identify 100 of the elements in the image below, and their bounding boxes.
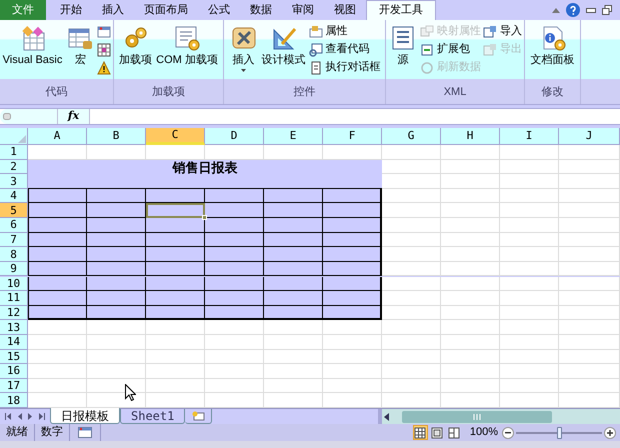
row-header[interactable]: 5: [0, 203, 28, 218]
grid-cell[interactable]: [500, 174, 559, 189]
table-cell[interactable]: [146, 306, 205, 320]
grid-cell[interactable]: [500, 145, 559, 160]
grid-cell[interactable]: [28, 393, 87, 408]
column-header[interactable]: H: [441, 128, 500, 145]
table-cell[interactable]: [205, 247, 264, 262]
grid-cell[interactable]: [87, 145, 146, 160]
grid-cell[interactable]: [441, 247, 500, 262]
grid-cell[interactable]: [264, 145, 323, 160]
grid-cell[interactable]: [441, 393, 500, 408]
table-cell[interactable]: [146, 203, 205, 218]
grid-cell[interactable]: [441, 276, 500, 292]
table-cell[interactable]: [264, 276, 323, 292]
grid-cell[interactable]: [205, 145, 264, 160]
row-header[interactable]: 15: [0, 350, 28, 364]
grid-cell[interactable]: [500, 188, 559, 204]
row-header[interactable]: 1: [0, 145, 28, 160]
table-cell[interactable]: [28, 306, 87, 320]
grid-cell[interactable]: [500, 350, 559, 364]
table-cell[interactable]: [87, 306, 146, 320]
grid-cell[interactable]: [28, 378, 87, 394]
insert-function-button[interactable]: fx: [58, 109, 90, 124]
grid-cell[interactable]: [87, 364, 146, 379]
view-button[interactable]: [412, 425, 428, 440]
table-cell[interactable]: [28, 276, 87, 292]
grid-cell[interactable]: [559, 160, 620, 174]
row-header[interactable]: 13: [0, 320, 28, 335]
column-header[interactable]: D: [205, 128, 264, 145]
table-cell[interactable]: [87, 262, 146, 276]
grid-cell[interactable]: [264, 393, 323, 408]
zoom-slider[interactable]: [516, 426, 602, 438]
ribbon-button[interactable]: 文档面板: [530, 20, 576, 80]
table-cell[interactable]: [205, 188, 264, 204]
ribbon-tab[interactable]: 页面布局: [134, 0, 198, 20]
ribbon-tab[interactable]: 视图: [324, 0, 366, 20]
grid-cell[interactable]: [441, 320, 500, 335]
grid-cell[interactable]: [205, 364, 264, 379]
name-box[interactable]: [0, 109, 58, 124]
grid-cell[interactable]: [559, 145, 620, 160]
column-header[interactable]: E: [264, 128, 323, 145]
ribbon-tab[interactable]: 数据: [240, 0, 282, 20]
ribbon-tab[interactable]: 审阅: [282, 0, 324, 20]
grid-cell[interactable]: [382, 262, 441, 276]
grid-cell[interactable]: [382, 247, 441, 262]
row-header[interactable]: 9: [0, 262, 28, 276]
grid-cell[interactable]: [146, 364, 205, 379]
grid-cell[interactable]: [382, 378, 441, 394]
grid-cell[interactable]: [500, 262, 559, 276]
table-cell[interactable]: [87, 203, 146, 218]
grid-cell[interactable]: [87, 334, 146, 350]
grid-cell[interactable]: [382, 232, 441, 248]
grid-cell[interactable]: [382, 160, 441, 174]
grid-cell[interactable]: [382, 291, 441, 306]
ribbon-button[interactable]: [97, 42, 112, 57]
column-header[interactable]: J: [559, 128, 620, 145]
row-header[interactable]: 11: [0, 291, 28, 306]
grid-cell[interactable]: [559, 320, 620, 335]
table-cell[interactable]: [264, 232, 323, 248]
grid-cell[interactable]: [382, 320, 441, 335]
grid-cell[interactable]: [146, 378, 205, 394]
row-header[interactable]: 17: [0, 378, 28, 394]
fill-handle[interactable]: [202, 215, 207, 220]
table-cell[interactable]: [28, 291, 87, 306]
grid-cell[interactable]: [559, 378, 620, 394]
table-cell[interactable]: [146, 291, 205, 306]
row-header[interactable]: 6: [0, 218, 28, 233]
ribbon-tab[interactable]: 文件: [0, 0, 46, 20]
grid-cell[interactable]: [441, 203, 500, 218]
grid-cell[interactable]: [323, 350, 382, 364]
ribbon-button[interactable]: Visual Basic: [2, 20, 64, 80]
grid-cell[interactable]: [205, 350, 264, 364]
table-cell[interactable]: [323, 218, 382, 233]
grid-cell[interactable]: [382, 393, 441, 408]
table-cell[interactable]: [87, 291, 146, 306]
grid-cell[interactable]: [559, 306, 620, 320]
ribbon-button[interactable]: 源: [388, 20, 418, 80]
grid-cell[interactable]: [559, 218, 620, 233]
grid-cell[interactable]: [559, 174, 620, 189]
grid-cell[interactable]: [441, 378, 500, 394]
grid-cell[interactable]: [559, 291, 620, 306]
view-button[interactable]: [430, 425, 445, 440]
grid-cell[interactable]: [441, 364, 500, 379]
grid-cell[interactable]: [382, 276, 441, 292]
view-button[interactable]: [446, 425, 462, 440]
grid-cell[interactable]: [559, 393, 620, 408]
table-cell[interactable]: [264, 291, 323, 306]
grid-cell[interactable]: [500, 378, 559, 394]
grid-cell[interactable]: [500, 320, 559, 335]
grid-cell[interactable]: [205, 378, 264, 394]
grid-cell[interactable]: [28, 334, 87, 350]
horizontal-scrollbar[interactable]: [378, 409, 620, 424]
table-cell[interactable]: [264, 218, 323, 233]
grid-cell[interactable]: [323, 364, 382, 379]
grid-cell[interactable]: [500, 393, 559, 408]
ribbon-button[interactable]: 设计模式: [260, 20, 306, 80]
table-cell[interactable]: [146, 247, 205, 262]
table-cell[interactable]: [323, 306, 382, 320]
table-cell[interactable]: [323, 232, 382, 248]
table-cell[interactable]: [205, 232, 264, 248]
